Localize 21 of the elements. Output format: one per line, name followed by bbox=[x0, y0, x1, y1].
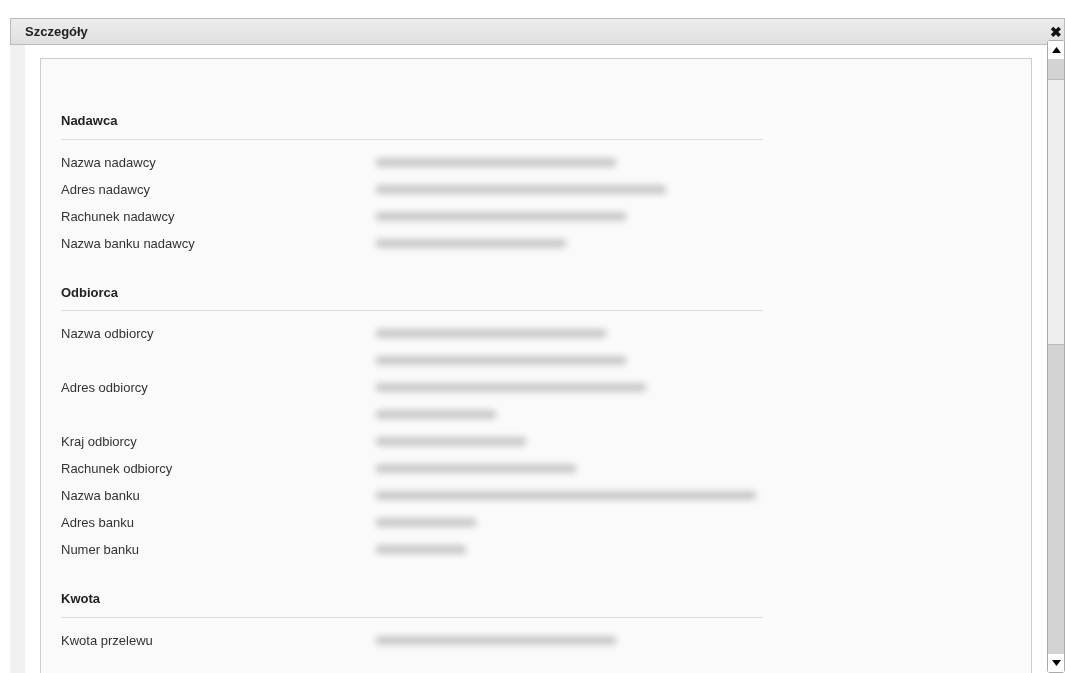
field-label: Numer banku bbox=[61, 541, 141, 559]
up-arrow-icon[interactable] bbox=[1051, 47, 1061, 53]
section-heading: Kwota bbox=[61, 589, 763, 618]
field-label: Kwota przelewu bbox=[61, 631, 154, 650]
field-label: Nazwa banku bbox=[61, 487, 141, 505]
field-label: Rachunek odbiorcy bbox=[61, 460, 174, 478]
close-button[interactable]: ✖ bbox=[1048, 24, 1064, 39]
field-label: Nazwa odbiorcy bbox=[61, 325, 155, 343]
section-heading: Odbiorca bbox=[61, 282, 763, 311]
field-label: Kraj odbiorcy bbox=[61, 433, 138, 451]
section-heading: Nadawca bbox=[61, 111, 763, 140]
field-label: Rachunek nadawcy bbox=[61, 207, 176, 226]
down-arrow-icon[interactable] bbox=[1051, 660, 1061, 666]
field-label: Nazwa nadawcy bbox=[61, 153, 157, 172]
field-label: Adres banku bbox=[61, 514, 135, 532]
scrollbar[interactable] bbox=[1047, 40, 1065, 673]
dialog-title: Szczegóły bbox=[25, 22, 88, 41]
field-label: Adres nadawcy bbox=[61, 180, 151, 199]
field-label: Nazwa banku nadawcy bbox=[61, 234, 196, 253]
scroll-thumb[interactable] bbox=[1048, 79, 1064, 345]
field-label: Adres odbiorcy bbox=[61, 379, 149, 397]
